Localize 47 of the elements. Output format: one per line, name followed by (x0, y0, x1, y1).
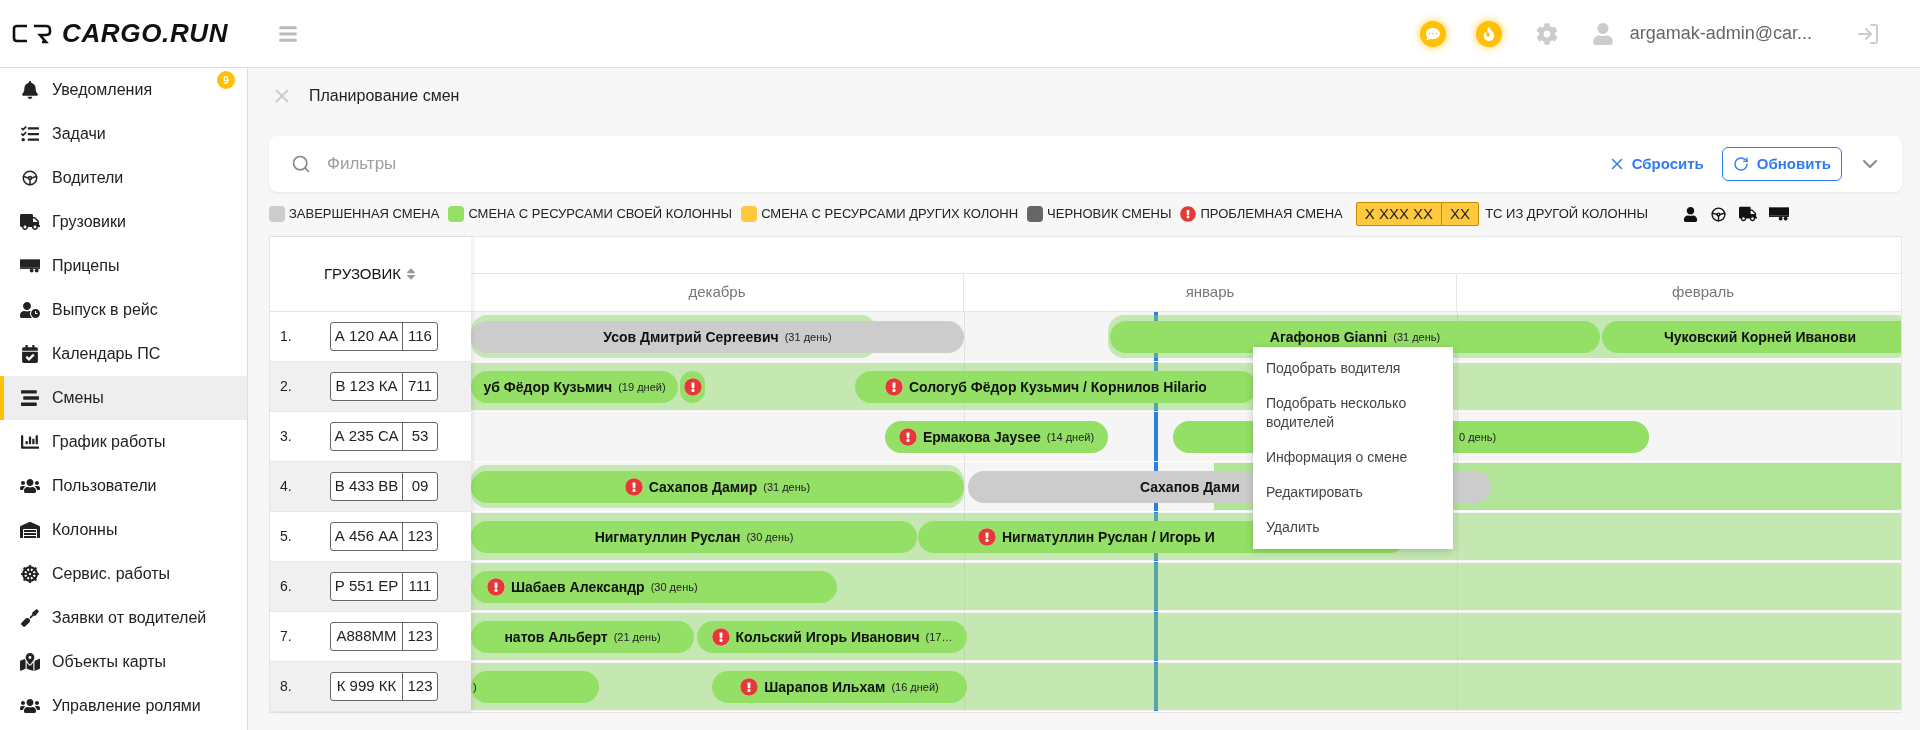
driver-name: Шарапов Ильхам (764, 677, 886, 697)
legend-label: ЧЕРНОВИК СМЕНЫ (1047, 205, 1172, 224)
row-number: 4. (279, 477, 293, 496)
driver-name: Нигматуллин Руслан (594, 527, 741, 547)
month-label: февраль (1672, 282, 1734, 303)
shift-duration: ) (473, 679, 477, 695)
driver-name: Агафонов Gianni (1269, 327, 1388, 347)
driver-name: Усов Дмитрий Сергеевич (603, 327, 779, 347)
shift-duration: (19 дней) (618, 379, 666, 395)
legend-label: ЗАВЕРШЕННАЯ СМЕНА (289, 205, 440, 224)
page-title: Планирование смен (309, 86, 460, 106)
shift-duration: (16 дней) (891, 679, 939, 695)
month-label: январь (1185, 282, 1235, 303)
logo-text: CARGO.RUN (62, 17, 229, 50)
legend-label: ПРОБЛЕМНАЯ СМЕНА (1200, 205, 1343, 224)
month-label: декабрь (688, 282, 746, 303)
driver-name: Кольский Игорь Иванович (735, 627, 920, 647)
sample-plate: X XXX XX XX (1355, 202, 1480, 226)
driver-name: Сологуб Фёдор Кузьмич / Корнилов Hilario (909, 377, 1207, 397)
driver-name: уб Фёдор Кузьмич (483, 377, 613, 397)
row-number: 6. (279, 577, 293, 596)
row-number: 2. (279, 377, 293, 396)
row-number: 7. (279, 627, 293, 646)
shift-duration: (30 день) (746, 529, 794, 545)
legend-label: СМЕНА С РЕСУРСАМИ ДРУГИХ КОЛОНН (761, 205, 1019, 224)
shift-duration: (30 день) (650, 579, 698, 595)
legend-label: ТС ИЗ ДРУГОЙ КОЛОННЫ (1485, 205, 1649, 224)
driver-name: Чуковский Корней Иванови (1664, 327, 1857, 347)
shift-duration: (31 день) (1393, 329, 1441, 345)
shift-duration: (17… (925, 629, 953, 645)
driver-name: Сахапов Дами (1140, 477, 1240, 497)
shift-duration: (21 день) (613, 629, 661, 645)
legend-label: СМЕНА С РЕСУРСАМИ СВОЕЙ КОЛОННЫ (468, 205, 733, 224)
driver-name: Ермакова Jaysee (922, 427, 1041, 447)
driver-name: Нигматуллин Руслан / Игорь И (1002, 527, 1215, 547)
driver-name: Шабаев Александр (511, 577, 645, 597)
notification-badge: 9 (217, 71, 235, 89)
shift-duration: (31 день) (763, 479, 811, 495)
driver-name: натов Альберт (504, 627, 608, 647)
row-number: 5. (279, 527, 293, 546)
shift-duration: (14 дней) (1046, 429, 1095, 445)
driver-name: Сахапов Дамир (648, 477, 758, 497)
row-number: 1. (279, 327, 293, 346)
row-number: 8. (279, 677, 293, 696)
shift-duration: 0 день) (1459, 429, 1497, 445)
shift-duration: (31 день) (784, 329, 832, 345)
row-number: 3. (279, 427, 293, 446)
